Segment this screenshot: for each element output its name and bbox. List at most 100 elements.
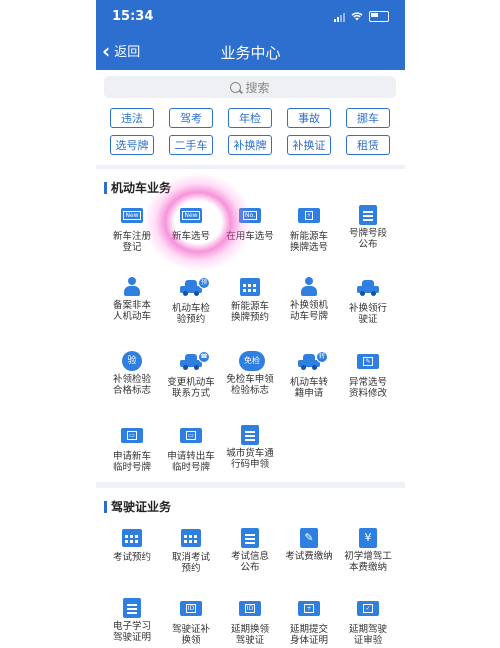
- item-label: 申请转出车 临时号牌: [167, 451, 215, 473]
- calendar-icon: [240, 278, 260, 296]
- service-replace-license[interactable]: 补换领行 驶证: [340, 277, 396, 337]
- license-car-icon: [357, 280, 381, 296]
- item-label: 电子学习 驾驶证明: [112, 621, 151, 643]
- item-label: 城市货车通 行码申领: [226, 448, 274, 470]
- quick-button[interactable]: 驾考: [169, 108, 213, 128]
- item-label: 机动车转 籍申请: [289, 377, 328, 399]
- item-label: 延期驾驶 证审验: [348, 624, 387, 646]
- service-exam-fee[interactable]: ✎ 考试费缴纳: [281, 528, 337, 588]
- car-transfer-icon: 转: [298, 351, 328, 370]
- service-used-car-plate[interactable]: No. 在用车选号: [222, 205, 278, 265]
- service-ev-plate[interactable]: ⚡ 新能源车 换牌选号: [281, 205, 337, 265]
- item-label: 变更机动车 联系方式: [167, 377, 215, 399]
- license-icon: ID: [180, 601, 202, 616]
- item-label: 新车注册 登记: [112, 231, 151, 253]
- new-card-icon: New: [180, 208, 202, 223]
- service-license-renew-delay[interactable]: ID 延期换领 驾驶证: [222, 598, 278, 648]
- section-title: 机动车业务: [104, 179, 171, 196]
- service-record-vehicle[interactable]: 备案非本 人机动车: [104, 277, 160, 337]
- item-label: 延期提交 身体证明: [289, 624, 328, 646]
- battery-icon: [369, 11, 389, 22]
- service-change-contact[interactable]: ☎ 变更机动车 联系方式: [163, 351, 219, 411]
- quick-button[interactable]: 补换牌: [228, 135, 272, 155]
- quick-button[interactable]: 事故: [287, 108, 331, 128]
- edit-card-icon: ✎: [357, 354, 379, 369]
- calendar-icon: [122, 529, 142, 547]
- service-temp-plate-out[interactable]: ▭ 申请转出车 临时号牌: [163, 425, 219, 485]
- item-label: 初学增驾工 本费缴纳: [344, 551, 392, 573]
- nav-bar: ‹ 返回 业务中心: [96, 34, 405, 68]
- quick-button[interactable]: 违法: [110, 108, 154, 128]
- item-label: 号牌号段 公布: [348, 228, 387, 250]
- temp-plate-icon: ▭: [180, 428, 202, 443]
- car-phone-icon: ☎: [180, 351, 210, 370]
- quick-button[interactable]: 租赁: [346, 135, 390, 155]
- service-exempt-mark[interactable]: 免检 免检车申领 检验标志: [222, 351, 278, 411]
- item-label: 补换领机 动车号牌: [289, 300, 328, 322]
- item-label: 新车选号: [171, 231, 210, 242]
- truck-pass-icon: [241, 425, 259, 445]
- item-label: 免检车申领 检验标志: [226, 374, 274, 396]
- service-exam-booking[interactable]: 考试预约: [104, 528, 160, 588]
- item-label: 考试费缴纳: [285, 551, 333, 562]
- wifi-icon: [351, 12, 363, 21]
- vehicle-section: 机动车业务 New 新车注册 登记 New 新车选号 No. 在用车选号 ⚡ 新…: [96, 169, 405, 482]
- status-bar: 15:34: [96, 0, 405, 32]
- person-icon: [121, 277, 143, 297]
- quick-button[interactable]: 年检: [228, 108, 272, 128]
- quick-button[interactable]: 二手车: [169, 135, 213, 155]
- service-plate-range[interactable]: 号牌号段 公布: [340, 205, 396, 265]
- new-card-icon: New: [121, 208, 143, 223]
- service-inspection-booking[interactable]: 预 机动车检 验预约: [163, 277, 219, 337]
- item-label: 新能源车 换牌选号: [289, 231, 328, 253]
- item-label: 机动车检 验预约: [171, 303, 210, 325]
- service-inspection-mark[interactable]: 验 补领检验 合格标志: [104, 351, 160, 411]
- item-label: 延期换领 驾驶证: [230, 624, 269, 646]
- status-time: 15:34: [112, 9, 154, 24]
- section-title: 驾驶证业务: [104, 498, 171, 515]
- service-new-car-register[interactable]: New 新车注册 登记: [104, 205, 160, 265]
- exempt-badge-icon: 免检: [239, 351, 265, 371]
- service-exam-info[interactable]: 考试信息 公布: [222, 528, 278, 588]
- person-icon: [298, 277, 320, 297]
- service-abnormal-edit[interactable]: ✎ 异常选号 资料修改: [340, 351, 396, 411]
- quick-button[interactable]: 挪车: [346, 108, 390, 128]
- app-header: 15:34 ‹ 返回 业务中心: [96, 0, 405, 70]
- search-area: 搜索 违法 驾考 年检 事故 挪车 选号牌 二手车 补换牌 补换证 租赁: [96, 70, 405, 165]
- item-label: 驾驶证补 换领: [171, 624, 210, 646]
- service-e-learning[interactable]: 电子学习 驾驶证明: [104, 598, 160, 648]
- item-label: 考试信息 公布: [230, 551, 269, 573]
- phone-screen: 15:34 ‹ 返回 业务中心 搜索 违法 驾考 年检 事故 挪车 选号牌 二手…: [96, 0, 405, 648]
- signal-icon: [334, 12, 345, 22]
- item-label: 新能源车 换牌预约: [230, 301, 269, 323]
- calendar-icon: [181, 529, 201, 547]
- item-label: 取消考试 预约: [171, 552, 210, 574]
- temp-plate-icon: ▭: [121, 428, 143, 443]
- document-icon: [241, 528, 259, 548]
- license-icon: ✓: [357, 601, 379, 616]
- quick-button[interactable]: 选号牌: [110, 135, 154, 155]
- service-new-car-plate[interactable]: New 新车选号: [163, 205, 219, 265]
- service-audit-delay[interactable]: ✓ 延期驾驶 证审验: [340, 598, 396, 648]
- service-replace-plate[interactable]: 补换领机 动车号牌: [281, 277, 337, 337]
- plate-card-icon: No.: [239, 208, 261, 223]
- search-input[interactable]: 搜索: [104, 76, 396, 98]
- quick-button[interactable]: 补换证: [287, 135, 331, 155]
- item-label: 异常选号 资料修改: [348, 377, 387, 399]
- service-license-replace[interactable]: ID 驾驶证补 换领: [163, 598, 219, 648]
- service-temp-plate-new[interactable]: ▭ 申请新车 临时号牌: [104, 425, 160, 485]
- service-cost-fee[interactable]: ¥ 初学增驾工 本费缴纳: [340, 528, 396, 588]
- status-icons: [334, 11, 389, 22]
- service-cancel-exam[interactable]: 取消考试 预约: [163, 528, 219, 588]
- service-health-delay[interactable]: + 延期提交 身体证明: [281, 598, 337, 648]
- item-label: 补领检验 合格标志: [112, 374, 151, 396]
- service-transfer[interactable]: 转 机动车转 籍申请: [281, 351, 337, 411]
- service-ev-booking[interactable]: 新能源车 换牌预约: [222, 277, 278, 337]
- item-label: 备案非本 人机动车: [112, 300, 151, 322]
- yuan-icon: ¥: [359, 528, 377, 548]
- service-truck-pass[interactable]: 城市货车通 行码申领: [222, 425, 278, 485]
- license-icon: ID: [239, 601, 261, 616]
- document-icon: [359, 205, 377, 225]
- page-title: 业务中心: [220, 44, 281, 62]
- item-label: 考试预约: [112, 552, 151, 563]
